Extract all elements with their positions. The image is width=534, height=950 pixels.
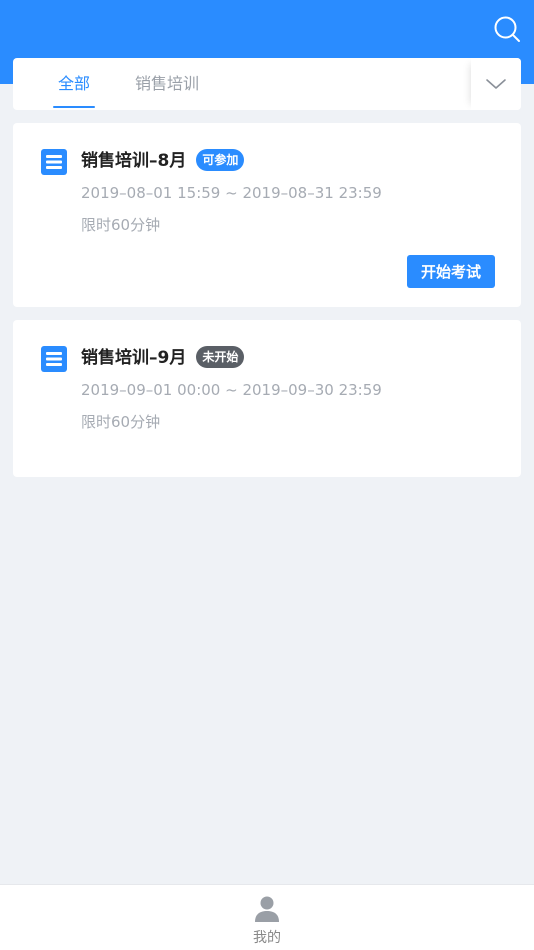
- exam-title[interactable]: 销售培训–9月 未开始: [81, 345, 245, 371]
- exam-title[interactable]: 销售培训–8月 可参加: [81, 148, 245, 174]
- bottom-navigation: 我的: [0, 884, 534, 950]
- status-badge: 可参加: [196, 148, 245, 171]
- exam-time-limit: 限时60分钟: [81, 413, 161, 431]
- status-badge: 未开始: [196, 345, 245, 368]
- tab-sales-training[interactable]: 销售培训: [133, 58, 201, 110]
- search-icon: [494, 16, 520, 42]
- exam-time-range: 2019–09–01 00:00 ~ 2019–09–30 23:59: [81, 381, 382, 399]
- search-button[interactable]: [490, 12, 524, 46]
- exam-card: 销售培训–8月 可参加 2019–08–01 15:59 ~ 2019–08–31…: [13, 123, 521, 307]
- nav-item-me-label: 我的: [253, 930, 281, 946]
- chevron-down-icon: [486, 79, 506, 89]
- exam-card: 销售培训–9月 未开始 2019–09–01 00:00 ~ 2019–09–30…: [13, 320, 521, 477]
- exam-list-icon: [41, 346, 67, 372]
- tab-all[interactable]: 全部: [53, 58, 95, 110]
- exam-title-text: 销售培训–9月: [81, 348, 187, 368]
- exam-title-text: 销售培训–8月: [81, 151, 187, 171]
- category-tabs: 全部 销售培训: [13, 58, 521, 110]
- exam-time-limit: 限时60分钟: [81, 216, 161, 234]
- tabs-expand-button[interactable]: [471, 58, 521, 110]
- user-icon: [255, 896, 279, 922]
- nav-item-me[interactable]: 我的: [237, 895, 297, 947]
- exam-time-range: 2019–08–01 15:59 ~ 2019–08–31 23:59: [81, 184, 382, 202]
- exam-list-icon: [41, 149, 67, 175]
- start-exam-button[interactable]: 开始考试: [407, 255, 495, 288]
